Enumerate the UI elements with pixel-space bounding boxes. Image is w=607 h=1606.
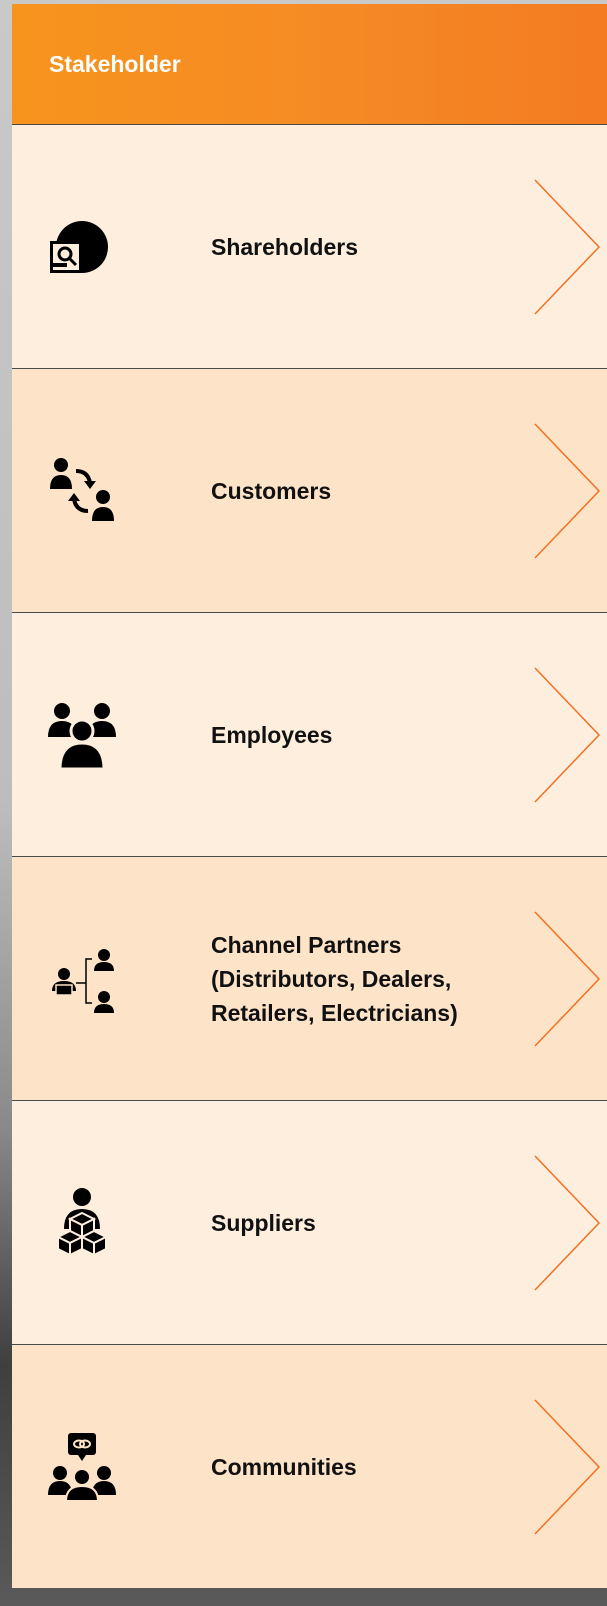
stakeholder-label: Suppliers	[211, 1209, 316, 1236]
chevron-right-icon[interactable]	[532, 1397, 602, 1537]
panel-header: Stakeholder	[12, 4, 607, 124]
chevron-right-icon[interactable]	[532, 665, 602, 805]
stakeholder-row-customers[interactable]: Customers	[12, 368, 607, 612]
community-chat-icon	[46, 1431, 118, 1503]
chevron-right-icon[interactable]	[532, 421, 602, 561]
shareholder-icon	[46, 211, 118, 283]
supplier-boxes-icon	[46, 1187, 118, 1259]
header-title: Stakeholder	[49, 50, 181, 77]
stakeholder-label: Shareholders	[211, 233, 358, 260]
stakeholder-label: Channel Partners (Distributors, Dealers,…	[211, 931, 458, 1026]
stakeholder-row-communities[interactable]: Communities	[12, 1344, 607, 1588]
stakeholder-label: Customers	[211, 477, 332, 504]
channel-network-icon	[46, 943, 118, 1015]
chevron-right-icon[interactable]	[532, 1153, 602, 1293]
stakeholder-row-suppliers[interactable]: Suppliers	[12, 1100, 607, 1344]
stakeholder-panel: Stakeholder Shareholders Customers Emplo…	[12, 4, 607, 1606]
stakeholder-row-shareholders[interactable]: Shareholders	[12, 124, 607, 368]
stakeholder-row-channel-partners[interactable]: Channel Partners (Distributors, Dealers,…	[12, 856, 607, 1100]
customer-exchange-icon	[46, 455, 118, 527]
chevron-right-icon[interactable]	[532, 909, 602, 1049]
chevron-right-icon[interactable]	[532, 177, 602, 317]
employees-group-icon	[46, 699, 118, 771]
stakeholder-row-employees[interactable]: Employees	[12, 612, 607, 856]
stakeholder-label: Communities	[211, 1453, 357, 1480]
stakeholder-label: Employees	[211, 721, 333, 748]
